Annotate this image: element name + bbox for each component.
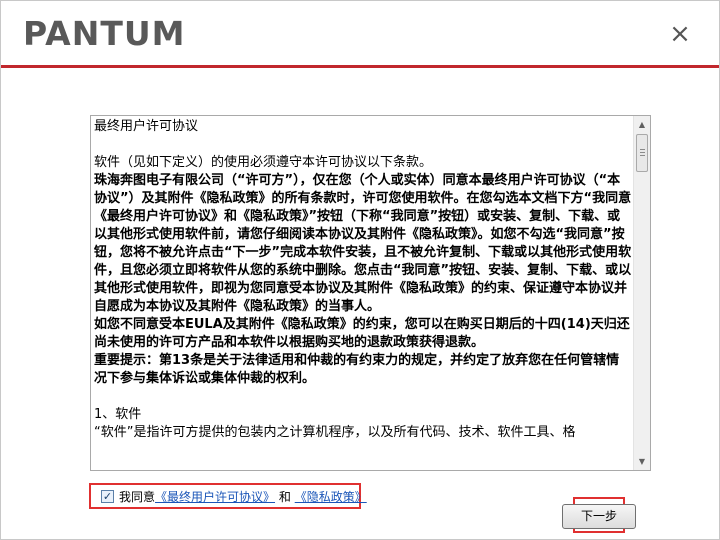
section-1-title: 1、软件 [94, 407, 142, 422]
eula-title: 最终用户许可协议 [94, 119, 199, 134]
eula-paragraph-main: 珠海奔图电子有限公司（“许可方”），仅在您（个人或实体）同意本最终用户许可协议（… [94, 173, 632, 314]
privacy-link[interactable]: 《隐私政策》 [295, 490, 367, 504]
section-1-text: “软件”是指许可方提供的包装内之计算机程序，以及所有代码、技术、软件工具、格 [94, 425, 576, 440]
agreement-highlight: ✓ 我同意《最终用户许可协议》 和 《隐私政策》 [89, 483, 367, 509]
pantum-logo: PANTUM [23, 15, 185, 49]
installer-window: PANTUM × 最终用户许可协议 软件（见如下定义）的使用必须遵守本许可协议以… [0, 0, 720, 540]
scroll-down-arrow-icon[interactable]: ▼ [634, 453, 650, 470]
eula-intro: 软件（见如下定义）的使用必须遵守本许可协议以下条款。 [94, 155, 433, 170]
eula-content: 最终用户许可协议 软件（见如下定义）的使用必须遵守本许可协议以下条款。 珠海奔图… [94, 118, 632, 470]
scroll-thumb[interactable] [636, 134, 648, 172]
next-button[interactable]: 下一步 [562, 504, 636, 529]
close-icon[interactable]: × [665, 19, 695, 49]
agree-checkbox[interactable]: ✓ [101, 490, 114, 503]
eula-paragraph-notice: 重要提示：第13条是关于法律适用和仲裁的有约束力的规定，并约定了放弃您在任何管辖… [94, 353, 620, 386]
vertical-scrollbar[interactable]: ▲ ▼ [633, 116, 650, 470]
header-divider [1, 65, 719, 68]
eula-paragraph-refund: 如您不同意受本EULA及其附件《隐私政策》的约束，您可以在购买日期后的十四(14… [94, 317, 630, 350]
agree-conjunction: 和 [278, 490, 291, 504]
header: PANTUM × [1, 1, 719, 65]
scroll-up-arrow-icon[interactable]: ▲ [634, 116, 650, 133]
brand-text: PANTUM [23, 15, 185, 49]
thumb-grip-line [640, 155, 645, 156]
thumb-grip-line [640, 149, 645, 150]
agree-prefix: 我同意 [119, 490, 156, 504]
eula-text-box[interactable]: 最终用户许可协议 软件（见如下定义）的使用必须遵守本许可协议以下条款。 珠海奔图… [90, 115, 651, 471]
thumb-grip-line [640, 152, 645, 153]
eula-link[interactable]: 《最终用户许可协议》 [155, 490, 275, 504]
agree-label: 我同意《最终用户许可协议》 和 《隐私政策》 [119, 488, 367, 506]
